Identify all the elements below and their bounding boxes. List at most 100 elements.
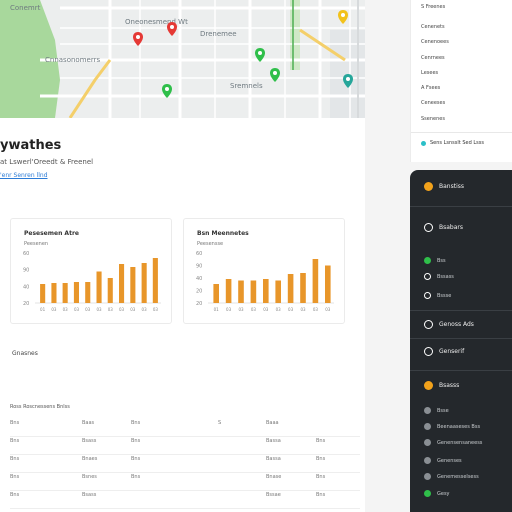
nav-subitem[interactable]: Bss xyxy=(424,257,446,264)
page-title: ywathes xyxy=(0,138,62,153)
table-cell: Bns xyxy=(10,438,20,444)
nav-item-bsabars[interactable]: Bsabars xyxy=(424,223,463,232)
chart-bar[interactable] xyxy=(85,282,91,303)
table-cell: Bns xyxy=(316,474,326,480)
chart-bar[interactable] xyxy=(238,280,244,304)
chart-bar[interactable] xyxy=(325,265,331,304)
y-tick-label: 20 xyxy=(196,289,202,295)
nav-subitem[interactable]: Genenses xyxy=(424,457,462,464)
table-cell: Bssae xyxy=(266,492,281,498)
chart-bar[interactable] xyxy=(130,267,136,303)
green-map-pin-icon[interactable] xyxy=(270,68,280,82)
panel-item[interactable]: Cenrnees xyxy=(421,55,445,61)
table-cell: Bns xyxy=(131,474,141,480)
outline-circle-icon xyxy=(424,273,431,280)
chart-card-left: Pesesemen Atre Peesenen 60 90 40 20 01 03 03 03… xyxy=(10,218,172,324)
nav-divider xyxy=(410,370,512,371)
nav-item-genserif[interactable]: Genserif xyxy=(424,347,464,356)
table-row[interactable]: Bns Bnaes Bns Bassa Bns xyxy=(10,454,360,473)
chart-bar[interactable] xyxy=(312,259,319,303)
y-tick-label: 60 xyxy=(196,251,202,257)
panel-footer[interactable]: Sens Lsnsslt Sed Lsss xyxy=(421,140,484,146)
main-content: ywathes at Lswerl'Oreedt & Freenel 'enr … xyxy=(0,118,365,512)
teal-map-pin-icon[interactable] xyxy=(343,74,353,88)
chart-bar[interactable] xyxy=(263,279,269,303)
map-label: Cnnasonomerrs xyxy=(45,56,101,64)
chart-bar[interactable] xyxy=(62,283,68,303)
yellow-map-pin-icon[interactable] xyxy=(338,10,348,24)
nav-subitem[interactable]: Genensensaneess xyxy=(424,439,482,446)
green-map-pin-icon[interactable] xyxy=(162,84,172,98)
nav-subitem[interactable]: Beenaaseses Bss xyxy=(424,423,480,430)
table-cell: S xyxy=(218,420,222,426)
nav-subitem[interactable]: Bssass xyxy=(424,273,454,280)
y-tick-label: 40 xyxy=(196,276,202,282)
x-tick-label: 03 xyxy=(263,307,269,312)
panel-footer-label: Sens Lsnsslt Sed Lsss xyxy=(430,140,484,146)
x-tick-label: 03 xyxy=(153,307,159,312)
chart-bar[interactable] xyxy=(96,271,102,304)
grey-circle-icon xyxy=(424,473,431,480)
chart-bar[interactable] xyxy=(119,264,125,303)
nav-subitem[interactable]: Gesy xyxy=(424,490,450,497)
nav-label: Bsabars xyxy=(439,224,463,231)
panel-item[interactable]: Cenenets xyxy=(421,24,445,30)
chart-bar[interactable] xyxy=(300,273,306,303)
map-label: Oneonesmend Wt xyxy=(125,18,188,26)
table-row[interactable]: Bns Bsass Bns Bassa Bns xyxy=(10,436,360,455)
y-tick-label: 20 xyxy=(196,301,202,307)
chart-bar[interactable] xyxy=(250,280,257,304)
panel-item[interactable]: A Fsees xyxy=(421,85,440,91)
nav-subitem[interactable]: Bsse xyxy=(424,407,449,414)
page-link[interactable]: 'enr Senren llnd xyxy=(0,172,48,179)
nav-divider xyxy=(410,310,512,311)
x-tick-label: 01 xyxy=(214,307,220,312)
table-header: Ross Roscnessens Bnlss xyxy=(10,404,70,410)
chart-bar[interactable] xyxy=(40,284,46,303)
x-tick-label: 03 xyxy=(130,307,136,312)
chart-bar[interactable] xyxy=(152,258,158,303)
chart-bar[interactable] xyxy=(51,283,57,303)
table-row[interactable]: Bns Bsass Bssae Bns xyxy=(10,490,360,509)
chart-bar[interactable] xyxy=(73,282,79,303)
red-map-pin-icon[interactable] xyxy=(167,22,177,36)
table-cell: Bnase xyxy=(266,474,282,480)
y-tick-label: 90 xyxy=(196,264,202,270)
nav-item-bsasss[interactable]: Bsasss xyxy=(424,381,459,390)
panel-item[interactable]: Lesees xyxy=(421,70,438,76)
grey-circle-icon xyxy=(424,407,431,414)
nav-subitem[interactable]: Genemesselsess xyxy=(424,473,479,480)
y-tick-label: 90 xyxy=(23,268,29,274)
nav-label: Genserif xyxy=(439,348,465,355)
chart-bar[interactable] xyxy=(141,263,147,303)
red-map-pin-icon[interactable] xyxy=(133,32,143,46)
x-tick-label: 03 xyxy=(74,307,80,312)
dark-sidebar-nav: Banstiss Bsabars Bss Bssass Bssse Genoss… xyxy=(410,170,512,512)
orange-circle-icon xyxy=(424,381,433,390)
chart-bar[interactable] xyxy=(107,278,113,303)
panel-item[interactable]: Cenenoees xyxy=(421,39,449,45)
table-row[interactable]: Bns Baas Bns S Baaa xyxy=(10,418,360,437)
green-map-pin-icon[interactable] xyxy=(255,48,265,62)
panel-item[interactable]: Ceneeses xyxy=(421,100,445,106)
nav-label: Bsasss xyxy=(439,382,460,389)
nav-sublabel: Bssass xyxy=(437,273,454,280)
table-cell: Baaa xyxy=(266,420,279,426)
orange-circle-icon xyxy=(424,182,433,191)
grey-circle-icon xyxy=(424,423,431,430)
map-view[interactable]: Cnnasonomerrs Oneonesmend Wt Drenemee Sr… xyxy=(0,0,365,119)
nav-item-banstiss[interactable]: Banstiss xyxy=(424,182,464,191)
y-tick-label: 60 xyxy=(23,251,29,257)
x-tick-label: 03 xyxy=(238,307,244,312)
panel-item[interactable]: S Freenes xyxy=(421,4,445,10)
chart-bar[interactable] xyxy=(287,274,294,303)
chart-bar[interactable] xyxy=(225,279,232,303)
nav-item-genoss-ads[interactable]: Genoss Ads xyxy=(424,320,474,329)
table-row[interactable]: Bns Bsnes Bns Bnase Bns xyxy=(10,472,360,491)
nav-subitem[interactable]: Bssse xyxy=(424,292,451,299)
chart-bar[interactable] xyxy=(275,280,281,304)
chart-bar[interactable] xyxy=(213,284,219,303)
nav-sublabel: Beenaaseses Bss xyxy=(437,423,481,430)
panel-item[interactable]: Ssenenes xyxy=(421,116,445,122)
table-cell: Bassa xyxy=(266,456,281,462)
